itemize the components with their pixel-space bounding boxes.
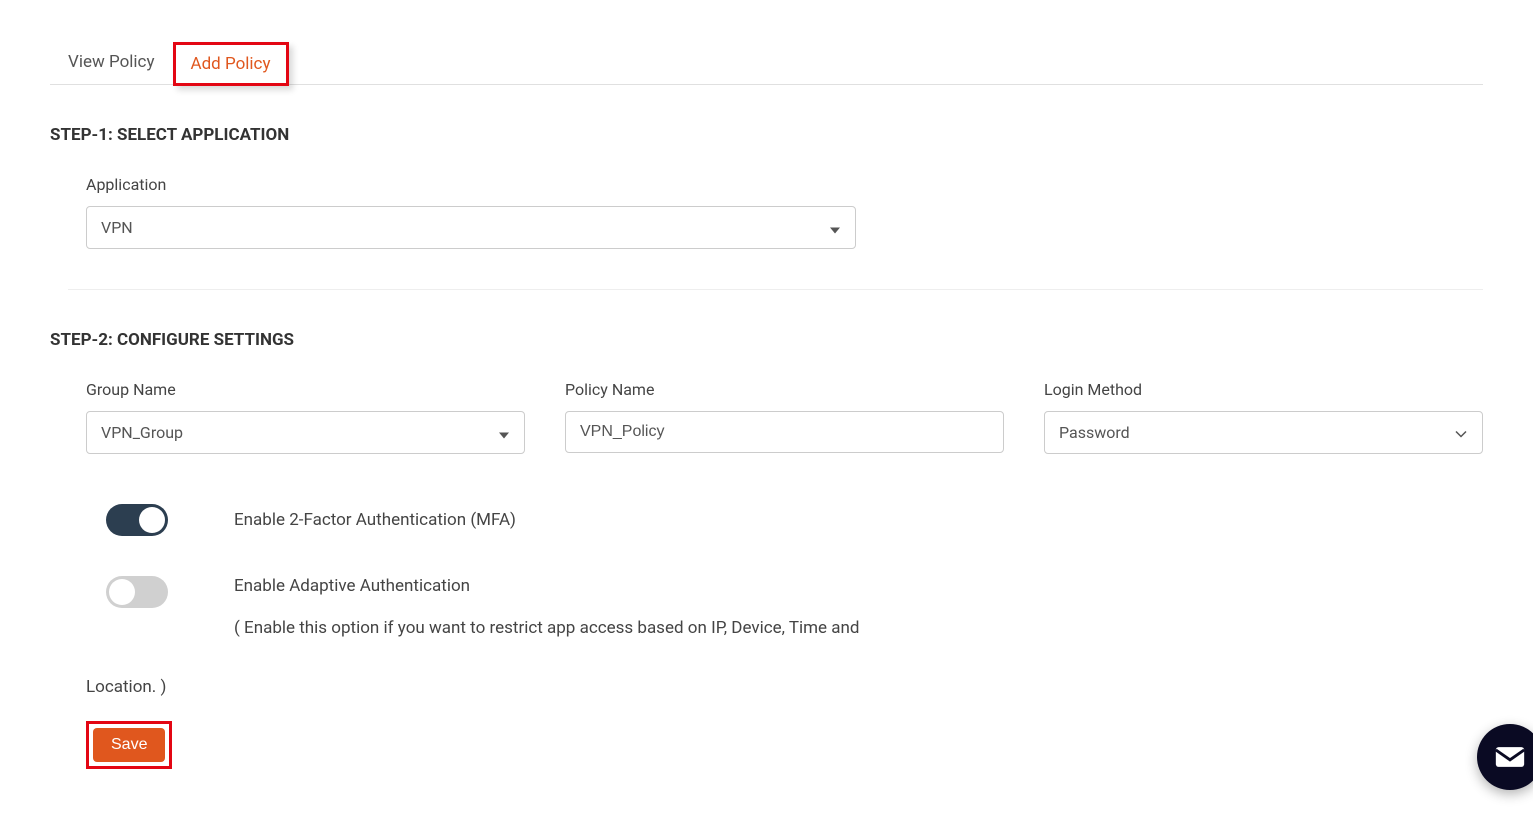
- mfa-toggle-label: Enable 2-Factor Authentication (MFA): [234, 510, 516, 530]
- tabs-row: View Policy Add Policy: [50, 40, 1483, 85]
- toggle-knob: [139, 507, 165, 533]
- login-method-select[interactable]: Password: [1044, 411, 1483, 454]
- mail-icon: [1493, 740, 1527, 774]
- adaptive-desc-line2: Location. ): [86, 673, 1483, 702]
- tab-view-policy[interactable]: View Policy: [50, 40, 173, 84]
- login-method-label: Login Method: [1044, 380, 1483, 399]
- application-select[interactable]: VPN: [86, 206, 856, 249]
- adaptive-desc-line1: ( Enable this option if you want to rest…: [234, 614, 1483, 643]
- step2-header: STEP-2: CONFIGURE SETTINGS: [50, 330, 1483, 350]
- step1-header: STEP-1: SELECT APPLICATION: [50, 125, 1483, 145]
- toggle-knob: [109, 579, 135, 605]
- application-label: Application: [86, 175, 1463, 194]
- mfa-toggle[interactable]: [106, 504, 168, 536]
- adaptive-toggle[interactable]: [106, 576, 168, 608]
- policy-name-input[interactable]: [565, 411, 1004, 453]
- tab-add-policy[interactable]: Add Policy: [173, 42, 289, 86]
- divider: [68, 289, 1483, 290]
- save-highlight-box: Save: [86, 721, 172, 769]
- save-button[interactable]: Save: [93, 728, 165, 762]
- group-name-label: Group Name: [86, 380, 525, 399]
- policy-name-label: Policy Name: [565, 380, 1004, 399]
- group-name-select[interactable]: VPN_Group: [86, 411, 525, 454]
- adaptive-toggle-label: Enable Adaptive Authentication: [234, 576, 1483, 596]
